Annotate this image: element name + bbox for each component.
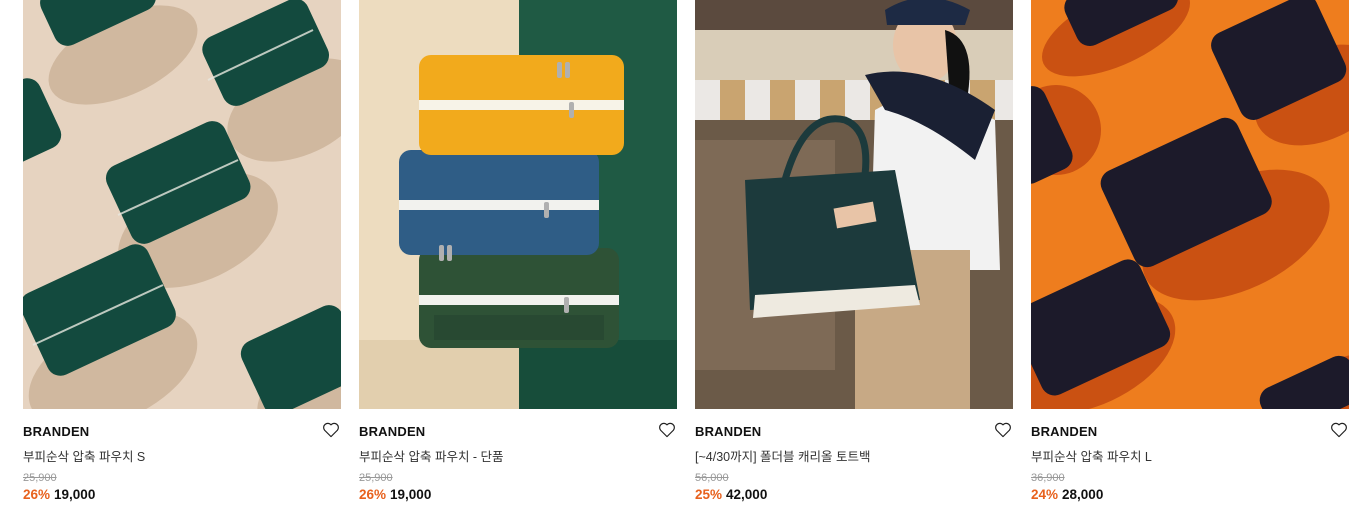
- product-image[interactable]: [359, 0, 677, 409]
- price-line: 26% 19,000: [23, 487, 95, 502]
- heart-outline-icon[interactable]: [994, 421, 1012, 438]
- original-price: 25,900: [23, 472, 57, 484]
- discount-rate: 26%: [23, 487, 51, 502]
- heart-outline-icon[interactable]: [1330, 421, 1348, 438]
- product-name[interactable]: 부피순삭 압축 파우치 - 단품: [359, 446, 504, 465]
- discount-rate: 25%: [695, 487, 723, 502]
- sale-price: 19,000: [390, 487, 432, 502]
- heart-outline-icon[interactable]: [322, 421, 340, 438]
- heart-outline-icon[interactable]: [658, 421, 676, 438]
- sale-price: 28,000: [1062, 487, 1104, 502]
- discount-rate: 26%: [359, 487, 387, 502]
- product-brand[interactable]: BRANDEN: [23, 424, 89, 439]
- product-image[interactable]: [695, 0, 1013, 409]
- product-card[interactable]: BRANDEN [~4/30까지] 폴더블 캐리올 토트백 56,000 25%…: [695, 0, 1013, 509]
- sale-price: 42,000: [726, 487, 768, 502]
- price-line: 25% 42,000: [695, 487, 767, 502]
- discount-rate: 24%: [1031, 487, 1059, 502]
- original-price: 25,900: [359, 472, 393, 484]
- product-name[interactable]: 부피순삭 압축 파우치 L: [1031, 446, 1152, 465]
- sale-price: 19,000: [54, 487, 96, 502]
- product-grid: BRANDEN 부피순삭 압축 파우치 S 25,900 26%19,000: [0, 0, 1363, 509]
- original-price: 36,900: [1031, 472, 1065, 484]
- product-brand[interactable]: BRANDEN: [1031, 424, 1097, 439]
- product-brand[interactable]: BRANDEN: [359, 424, 425, 439]
- product-image[interactable]: [23, 0, 341, 409]
- product-card[interactable]: BRANDEN 부피순삭 압축 파우치 - 단품 25,900 26% 19,00…: [359, 0, 677, 509]
- product-name[interactable]: 부피순삭 압축 파우치 S: [23, 446, 145, 465]
- price-line: 24% 28,000: [1031, 487, 1103, 502]
- product-brand[interactable]: BRANDEN: [695, 424, 761, 439]
- price-line: 26% 19,000: [359, 487, 431, 502]
- product-card[interactable]: BRANDEN 부피순삭 압축 파우치 S 25,900 26% 19,000: [23, 0, 341, 509]
- original-price: 56,000: [695, 472, 729, 484]
- product-image[interactable]: [1031, 0, 1349, 409]
- product-name[interactable]: [~4/30까지] 폴더블 캐리올 토트백: [695, 446, 871, 465]
- product-card[interactable]: BRANDEN 부피순삭 압축 파우치 L 36,900 24% 28,000: [1031, 0, 1349, 509]
